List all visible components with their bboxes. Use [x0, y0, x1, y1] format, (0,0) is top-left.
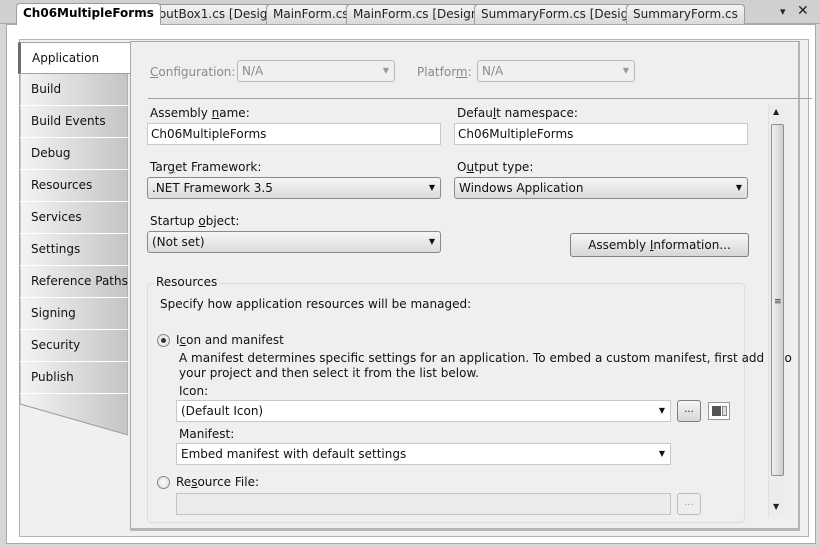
platform-label: Platform: [417, 65, 472, 79]
sidebar-item-reference-paths[interactable]: Reference Paths [20, 266, 128, 298]
sidebar-item-build-events[interactable]: Build Events [20, 106, 128, 138]
configuration-dropdown[interactable]: N/A ▼ [237, 60, 395, 82]
sidebar-item-build[interactable]: Build [20, 74, 128, 106]
sidebar-item-settings[interactable]: Settings [20, 234, 128, 266]
tab-ch06multipleforms[interactable]: Ch06MultipleForms [16, 3, 161, 25]
platform-value: N/A [482, 64, 504, 78]
platform-dropdown[interactable]: N/A ▼ [477, 60, 635, 82]
chevron-down-icon: ▼ [658, 406, 665, 415]
chevron-down-icon: ▼ [428, 237, 435, 246]
window-menu-dropdown-icon[interactable]: ▾ [780, 5, 786, 18]
startup-object-label: Startup object: [150, 214, 240, 228]
application-icon [712, 406, 721, 416]
icon-and-manifest-radio[interactable] [157, 334, 170, 347]
chevron-down-icon: ▼ [382, 66, 389, 75]
icon-value: (Default Icon) [181, 404, 264, 418]
resource-file-input[interactable] [176, 493, 671, 515]
output-type-value: Windows Application [459, 181, 584, 195]
assembly-information-button[interactable]: Assembly Information... [570, 233, 749, 257]
icon-label: Icon: [179, 384, 209, 398]
manifest-help-text-line2: your project and then select it from the… [179, 366, 479, 380]
target-framework-label: Target Framework: [150, 160, 262, 174]
assembly-name-input[interactable]: Ch06MultipleForms [147, 123, 441, 145]
target-framework-value: .NET Framework 3.5 [152, 181, 273, 195]
chevron-down-icon: ▼ [735, 183, 742, 192]
tab-summaryform-design[interactable]: SummaryForm.cs [Design] [474, 4, 648, 24]
close-icon[interactable]: ✕ [797, 3, 809, 19]
project-properties-nav: Application Build Build Events Debug Res… [18, 42, 132, 442]
vertical-scrollbar[interactable]: ▲ ≡ ▼ [768, 104, 785, 517]
scroll-up-icon[interactable]: ▲ [773, 107, 779, 116]
tab-summaryform-cs[interactable]: SummaryForm.cs [626, 4, 745, 24]
sidebar-item-application[interactable]: Application [18, 42, 130, 74]
configuration-value: N/A [242, 64, 264, 78]
sidebar-item-resources[interactable]: Resources [20, 170, 128, 202]
target-framework-dropdown[interactable]: .NET Framework 3.5 ▼ [147, 177, 441, 199]
resource-file-label[interactable]: Resource File: [176, 475, 259, 489]
default-namespace-label: Default namespace: [457, 106, 578, 120]
assembly-name-label: Assembly name: [150, 106, 250, 120]
sidebar-item-debug[interactable]: Debug [20, 138, 128, 170]
chevron-down-icon: ▼ [428, 183, 435, 192]
tab-mainform-design[interactable]: MainForm.cs [Design] [346, 4, 491, 24]
sidebar-item-security[interactable]: Security [20, 330, 128, 362]
manifest-help-text-line1: A manifest determines specific settings … [179, 351, 792, 365]
chevron-down-icon: ▼ [622, 66, 629, 75]
scrollbar-thumb[interactable]: ≡ [771, 124, 784, 476]
icon-and-manifest-label[interactable]: Icon and manifest [176, 333, 284, 347]
browse-icon-button[interactable]: ... [677, 400, 701, 422]
manifest-label: Manifest: [179, 427, 235, 441]
resources-description: Specify how application resources will b… [160, 297, 472, 311]
output-type-label: Output type: [457, 160, 534, 174]
startup-object-value: (Not set) [152, 235, 205, 249]
sidebar-item-publish[interactable]: Publish [20, 362, 128, 394]
tab-mainform-cs[interactable]: MainForm.cs [266, 4, 356, 24]
sidebar-item-services[interactable]: Services [20, 202, 128, 234]
resource-file-radio[interactable] [157, 476, 170, 489]
scroll-down-icon[interactable]: ▼ [773, 502, 779, 511]
document-tab-strip: Ch06MultipleForms AboutBox1.cs [Design] … [0, 0, 820, 25]
divider [148, 98, 812, 99]
icon-preview-detail [722, 406, 727, 416]
sidebar-item-signing[interactable]: Signing [20, 298, 128, 330]
icon-dropdown[interactable]: (Default Icon) ▼ [176, 400, 671, 422]
grip-icon: ≡ [774, 297, 782, 307]
default-namespace-input[interactable]: Ch06MultipleForms [454, 123, 748, 145]
chevron-down-icon: ▼ [658, 449, 665, 458]
manifest-dropdown[interactable]: Embed manifest with default settings ▼ [176, 443, 671, 465]
output-type-dropdown[interactable]: Windows Application ▼ [454, 177, 748, 199]
manifest-value: Embed manifest with default settings [181, 447, 407, 461]
browse-resource-file-button[interactable]: ... [677, 493, 701, 515]
icon-preview [708, 402, 730, 420]
startup-object-dropdown[interactable]: (Not set) ▼ [147, 231, 441, 253]
resources-group-title: Resources [154, 275, 220, 289]
configuration-label: Configuration: [150, 65, 236, 79]
